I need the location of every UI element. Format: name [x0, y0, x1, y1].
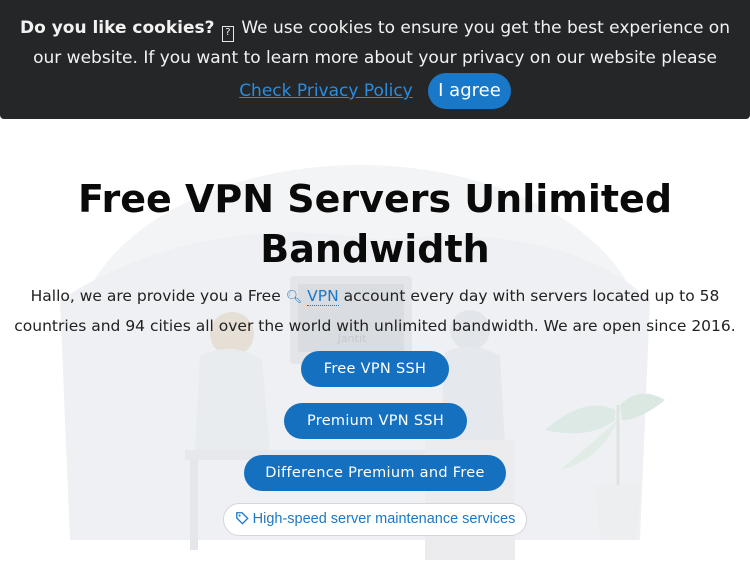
cookie-banner: Do you like cookies? ? We use cookies to… — [0, 0, 750, 119]
free-vpn-ssh-button[interactable]: Free VPN SSH — [301, 351, 449, 387]
hero-description: Hallo, we are provide you a Free 🔍︎ VPN … — [6, 282, 744, 340]
privacy-policy-link[interactable]: Check Privacy Policy — [239, 81, 413, 101]
maintenance-notice-label: High-speed server maintenance services — [252, 511, 516, 527]
question-box-icon: ? — [221, 26, 234, 42]
vpn-glossary-link[interactable]: VPN — [307, 287, 339, 306]
premium-vpn-ssh-button[interactable]: Premium VPN SSH — [284, 403, 467, 439]
magnifier-icon: 🔍︎ — [285, 290, 303, 305]
maintenance-notice[interactable]: High-speed server maintenance services — [223, 503, 527, 536]
agree-button[interactable]: I agree — [428, 73, 511, 109]
page-title: Free VPN Servers Unlimited Bandwidth — [77, 177, 673, 271]
difference-premium-free-button[interactable]: Difference Premium and Free — [244, 455, 506, 491]
cookie-banner-title: Do you like cookies? — [19, 18, 215, 38]
hero-desc-before: Hallo, we are provide you a Free — [30, 287, 281, 305]
tag-icon — [235, 512, 248, 525]
